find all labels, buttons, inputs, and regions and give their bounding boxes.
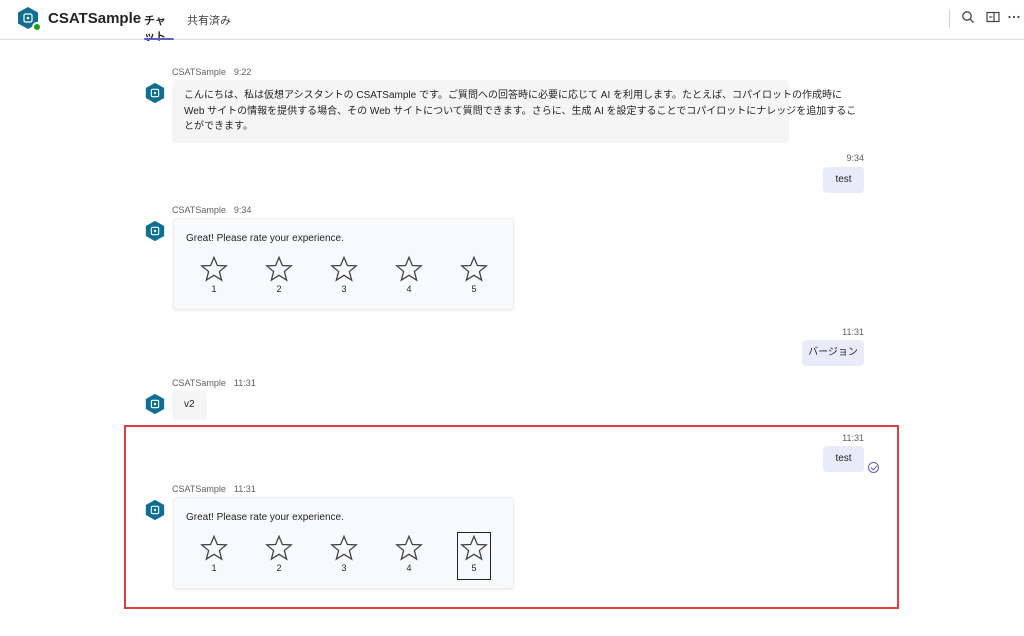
rating-label: 4 xyxy=(406,563,412,573)
rating-star-1[interactable]: 1 xyxy=(199,534,229,578)
star-icon xyxy=(395,534,423,561)
app-title: CSATSample xyxy=(48,10,142,27)
bot-avatar xyxy=(144,220,166,242)
sender-name: CSATSample xyxy=(172,378,226,388)
bot-avatar-icon xyxy=(145,82,165,104)
rating-label: 4 xyxy=(406,284,412,294)
rating-card: Great! Please rate your experience. 1 2 … xyxy=(173,497,514,589)
message-line: こんにちは、私は仮想アシスタントの CSATSample です。ご質問への回答時… xyxy=(184,90,842,101)
sender-name: CSATSample xyxy=(172,205,226,215)
panel-toggle-icon[interactable] xyxy=(985,10,1001,26)
rating-card: Great! Please rate your experience. 1 2 … xyxy=(173,218,514,310)
message-time: 9:34 xyxy=(233,205,252,215)
bot-avatar xyxy=(144,499,166,521)
chat-header: CSATSample チャット 共有済み xyxy=(0,0,1024,43)
user-message: バージョン xyxy=(802,340,864,366)
rating-star-3[interactable]: 3 xyxy=(329,534,359,578)
bot-avatar-icon xyxy=(145,393,165,415)
message-meta: CSATSample 11:31 xyxy=(172,484,256,494)
message-time: 11:31 xyxy=(233,484,256,494)
rating-label: 3 xyxy=(341,284,347,294)
star-icon xyxy=(265,255,293,282)
bot-message: こんにちは、私は仮想アシスタントの CSATSample です。ご質問への回答時… xyxy=(172,80,857,143)
star-icon xyxy=(460,534,488,561)
rating-label: 2 xyxy=(276,563,282,573)
message-meta: CSATSample 11:31 xyxy=(172,378,256,388)
star-icon xyxy=(200,255,228,282)
message-line: とができます。 xyxy=(184,121,253,132)
rating-star-4[interactable]: 4 xyxy=(394,534,424,578)
tab-shared[interactable]: 共有済み xyxy=(187,12,231,40)
star-icon xyxy=(460,255,488,282)
bot-avatar-icon xyxy=(145,220,165,242)
message-time: 9:22 xyxy=(233,67,252,77)
rating-label: 5 xyxy=(471,563,477,573)
header-divider xyxy=(949,10,950,28)
more-options-icon[interactable] xyxy=(1006,10,1022,26)
sender-name: CSATSample xyxy=(172,484,226,494)
rating-label: 5 xyxy=(471,284,477,294)
message-time: 11:31 xyxy=(842,433,864,443)
rating-star-4[interactable]: 4 xyxy=(394,255,424,299)
rating-label: 1 xyxy=(211,563,217,573)
bot-avatar xyxy=(144,393,166,415)
rating-prompt: Great! Please rate your experience. xyxy=(186,233,344,244)
message-time: 9:34 xyxy=(846,153,864,163)
rating-label: 3 xyxy=(341,563,347,573)
tab-chat[interactable]: チャット xyxy=(144,12,174,43)
bot-avatar xyxy=(144,82,166,104)
star-icon xyxy=(330,534,358,561)
rating-star-1[interactable]: 1 xyxy=(199,255,229,299)
star-icon xyxy=(265,534,293,561)
star-icon xyxy=(330,255,358,282)
online-status-badge xyxy=(32,22,42,32)
rating-star-2[interactable]: 2 xyxy=(264,534,294,578)
rating-label: 2 xyxy=(276,284,282,294)
bot-avatar-icon xyxy=(145,499,165,521)
rating-star-5[interactable]: 5 xyxy=(459,255,489,299)
star-icon xyxy=(200,534,228,561)
rating-star-3[interactable]: 3 xyxy=(329,255,359,299)
rating-label: 1 xyxy=(211,284,217,294)
message-line: Web サイトの情報を提供する場合、その Web サイトについて質問できます。さ… xyxy=(184,105,857,117)
message-meta: CSATSample 9:34 xyxy=(172,205,251,215)
message-time: 11:31 xyxy=(842,327,864,337)
sender-name: CSATSample xyxy=(172,67,226,77)
bot-avatar xyxy=(16,6,42,32)
rating-prompt: Great! Please rate your experience. xyxy=(186,512,344,523)
user-message: test xyxy=(823,446,864,472)
message-meta: CSATSample 9:22 xyxy=(172,67,251,77)
message-time: 11:31 xyxy=(233,378,256,388)
rating-star-5[interactable]: 5 xyxy=(457,532,491,580)
search-icon[interactable] xyxy=(960,10,976,26)
rating-star-2[interactable]: 2 xyxy=(264,255,294,299)
bot-message: v2 xyxy=(172,391,207,420)
star-icon xyxy=(395,255,423,282)
user-message: test xyxy=(823,167,864,193)
sent-check-icon xyxy=(868,462,879,473)
